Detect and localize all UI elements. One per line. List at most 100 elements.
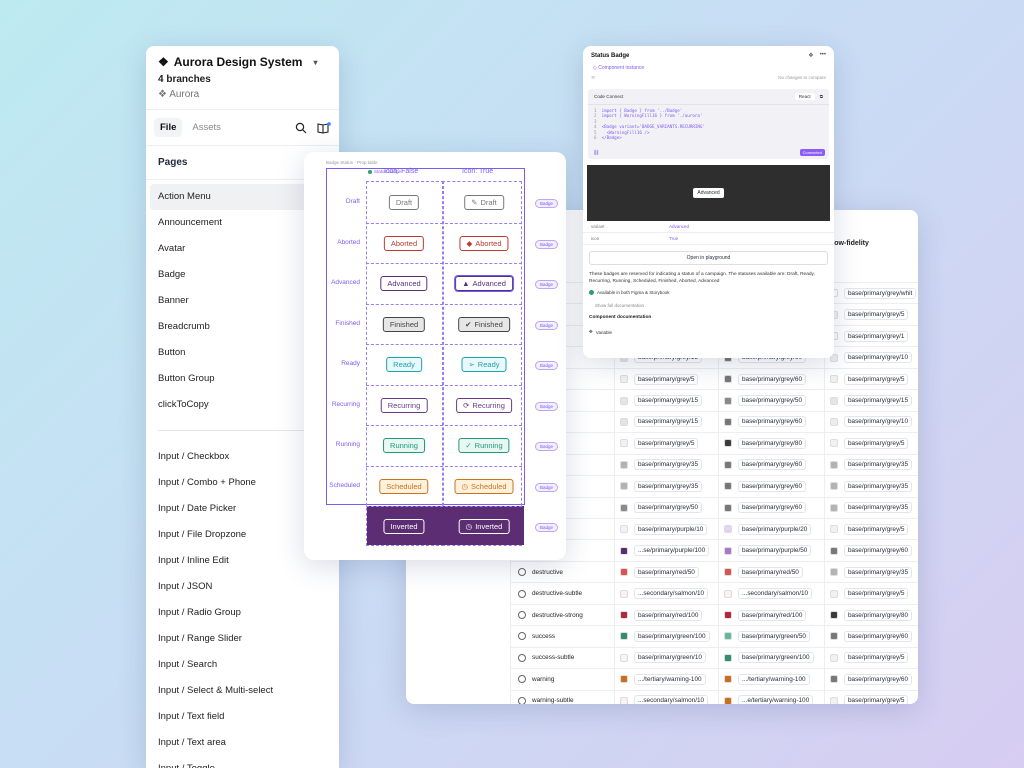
more-icon[interactable]: ••• [820, 52, 826, 59]
framework-select[interactable]: React [794, 93, 815, 100]
component-icon[interactable]: ❖ [808, 52, 813, 59]
token-value-cell[interactable]: base/primary/grey/15 [830, 390, 913, 411]
token-value-cell[interactable]: base/primary/grey/5 [830, 583, 909, 604]
token-value-cell[interactable]: base/primary/red/50 [620, 562, 699, 583]
status-badge[interactable]: Running [383, 438, 425, 453]
page-item[interactable]: Input / Toggle [150, 756, 335, 768]
badge-tag[interactable]: Badge [535, 361, 559, 370]
history-icon[interactable]: ⟲ [591, 75, 595, 81]
token-value-cell[interactable]: base/primary/grey/80 [830, 605, 913, 626]
badge-tag[interactable]: Badge [535, 401, 559, 411]
token-value-cell[interactable]: base/primary/grey/50 [620, 498, 703, 519]
token-value-cell[interactable]: base/primary/green/10 [620, 648, 706, 669]
token-value-cell[interactable]: base/primary/grey/80 [724, 433, 807, 454]
token-value-cell[interactable]: base/primary/grey/10 [830, 412, 913, 433]
inverted-badge[interactable]: Inverted [383, 519, 425, 534]
token-value-cell[interactable]: base/primary/grey/15 [620, 412, 703, 433]
token-value-cell[interactable]: base/primary/grey/whit [830, 283, 917, 304]
token-value-cell[interactable]: base/primary/purple/10 [620, 519, 708, 540]
badge-tag[interactable]: Badge [535, 280, 559, 289]
token-value-cell[interactable]: base/primary/grey/60 [724, 476, 807, 497]
token-value-cell[interactable]: base/primary/grey/5 [830, 304, 909, 325]
token-value-cell[interactable]: base/primary/grey/5 [830, 648, 909, 669]
token-value-cell[interactable]: base/primary/grey/60 [724, 369, 807, 390]
token-value-cell[interactable]: base/primary/green/50 [724, 626, 810, 647]
token-value-cell[interactable]: base/primary/purple/20 [724, 519, 812, 540]
token-value-cell[interactable]: base/primary/grey/35 [620, 455, 703, 476]
file-title-row[interactable]: ❖ Aurora Design System ▾ [158, 55, 327, 69]
token-value-cell[interactable]: base/primary/grey/5 [830, 691, 909, 704]
badge-tag[interactable]: Badge [535, 239, 559, 249]
token-value-cell[interactable]: base/primary/red/50 [724, 562, 803, 583]
tab-file[interactable]: File [154, 118, 183, 137]
token-value-cell[interactable]: base/primary/red/100 [620, 605, 703, 626]
token-row[interactable]: success-subtle base/primary/green/10 base/… [510, 646, 918, 669]
token-row[interactable]: base/primary/grey/35 base/primary/grey/60… [510, 475, 918, 497]
token-row[interactable]: destructive-strong base/primary/red/100 ba… [510, 603, 918, 626]
token-value-cell[interactable]: base/primary/grey/60 [830, 669, 913, 690]
page-item[interactable]: Input / Text field [150, 704, 335, 730]
page-item[interactable]: Input / JSON [150, 574, 335, 600]
token-value-cell[interactable]: base/primary/green/100 [724, 648, 814, 669]
token-value-cell[interactable]: ...secondary/salmon/10 [620, 691, 709, 704]
token-value-cell[interactable]: ...e/tertiary/warning-100 [724, 691, 814, 704]
token-value-cell[interactable]: ...secondary/salmon/10 [724, 583, 813, 604]
token-row[interactable]: rongbase/primary/grey/35base/primary/gre… [510, 453, 918, 476]
token-row[interactable]: destructive-subtle ...secondary/salmon/10… [510, 582, 918, 604]
status-badge-with-icon[interactable]: ✔ Finished [458, 316, 510, 332]
instance-row[interactable]: ◇ Component instance [583, 63, 834, 73]
page-item[interactable]: Input / Range Slider [150, 626, 335, 652]
status-badge-with-icon[interactable]: ➢ Ready [461, 357, 507, 372]
token-row[interactable]: rbase/primary/grey/50base/primary/grey/6… [510, 496, 918, 519]
token-row[interactable]: success base/primary/green/100 base/primar… [510, 625, 918, 647]
token-value-cell[interactable]: base/primary/grey/60 [830, 540, 913, 561]
token-value-cell[interactable]: ...secondary/salmon/10 [620, 583, 709, 604]
token-value-cell[interactable]: base/primary/grey/35 [620, 476, 703, 497]
token-value-cell[interactable]: base/primary/grey/35 [830, 476, 913, 497]
token-value-cell[interactable]: base/primary/grey/5 [830, 369, 909, 390]
token-value-cell[interactable]: base/primary/grey/35 [830, 562, 913, 583]
show-docs-link[interactable]: Show full documentation [583, 300, 834, 311]
status-badge-with-icon[interactable]: ⟳ Recurring [456, 397, 512, 413]
token-value-cell[interactable]: .../tertiary/warning-100 [620, 669, 706, 690]
status-badge[interactable]: Scheduled [379, 478, 429, 494]
token-value-cell[interactable]: ...se/primary/purple/100 [620, 540, 710, 561]
token-row[interactable]: warning .../tertiary/warning-100 .../terti… [510, 668, 918, 690]
branch-count[interactable]: 4 branches [158, 74, 327, 85]
page-item[interactable]: Input / Text area [150, 730, 335, 756]
token-value-cell[interactable]: base/primary/grey/1 [830, 326, 909, 347]
link-icon[interactable]: ⛓ [593, 150, 599, 156]
token-row[interactable]: base/primary/grey/15 base/primary/grey/60… [510, 410, 918, 433]
badge-tag[interactable]: Badge [535, 523, 559, 532]
chevron-down-icon[interactable]: ▾ [313, 58, 317, 67]
status-badge-with-icon[interactable]: ◷ Scheduled [454, 478, 514, 494]
status-badge[interactable]: Advanced [380, 276, 428, 291]
token-value-cell[interactable]: base/primary/grey/50 [724, 390, 807, 411]
token-row[interactable]: base/primary/grey/5 base/primary/grey/60 b… [510, 367, 918, 390]
token-value-cell[interactable]: base/primary/grey/60 [724, 498, 807, 519]
token-row[interactable]: erbase/primary/grey/15base/primary/grey/… [510, 389, 918, 411]
token-value-cell[interactable]: .../tertiary/warning-100 [724, 669, 810, 690]
status-badge-with-icon[interactable]: ◆ Aborted [459, 235, 509, 251]
status-badge-with-icon[interactable]: ✓ Running [458, 438, 510, 453]
inverted-badge-with-icon[interactable]: ◷ Inverted [458, 519, 510, 534]
token-value-cell[interactable]: base/primary/purple/50 [724, 540, 812, 561]
page-item[interactable]: Input / Search [150, 652, 335, 678]
variable-row[interactable]: ✥ Variable [583, 324, 834, 340]
token-value-cell[interactable]: base/primary/grey/10 [830, 347, 913, 368]
status-badge[interactable]: Finished [382, 316, 426, 332]
badge-tag[interactable]: Badge [535, 482, 559, 492]
token-value-cell[interactable]: base/primary/grey/5 [620, 369, 699, 390]
status-badge[interactable]: Draft [388, 195, 420, 210]
page-item[interactable]: Input / Radio Group [150, 600, 335, 626]
token-value-cell[interactable]: base/primary/grey/60 [830, 626, 913, 647]
library-book-icon[interactable] [317, 121, 331, 134]
badge-tag[interactable]: Badge [535, 442, 559, 451]
frame-label[interactable]: Badge Status - Prop table [326, 160, 378, 165]
token-row[interactable]: base/primary/purple/10 base/primary/purpl… [510, 517, 918, 540]
token-value-cell[interactable]: base/primary/red/100 [724, 605, 807, 626]
open-playground-button[interactable]: Open in playground [589, 251, 828, 265]
token-row[interactable]: base/primary/grey/5 base/primary/grey/80 b… [510, 432, 918, 454]
token-value-cell[interactable]: base/primary/grey/5 [620, 433, 699, 454]
prop-value[interactable]: True [669, 236, 678, 241]
